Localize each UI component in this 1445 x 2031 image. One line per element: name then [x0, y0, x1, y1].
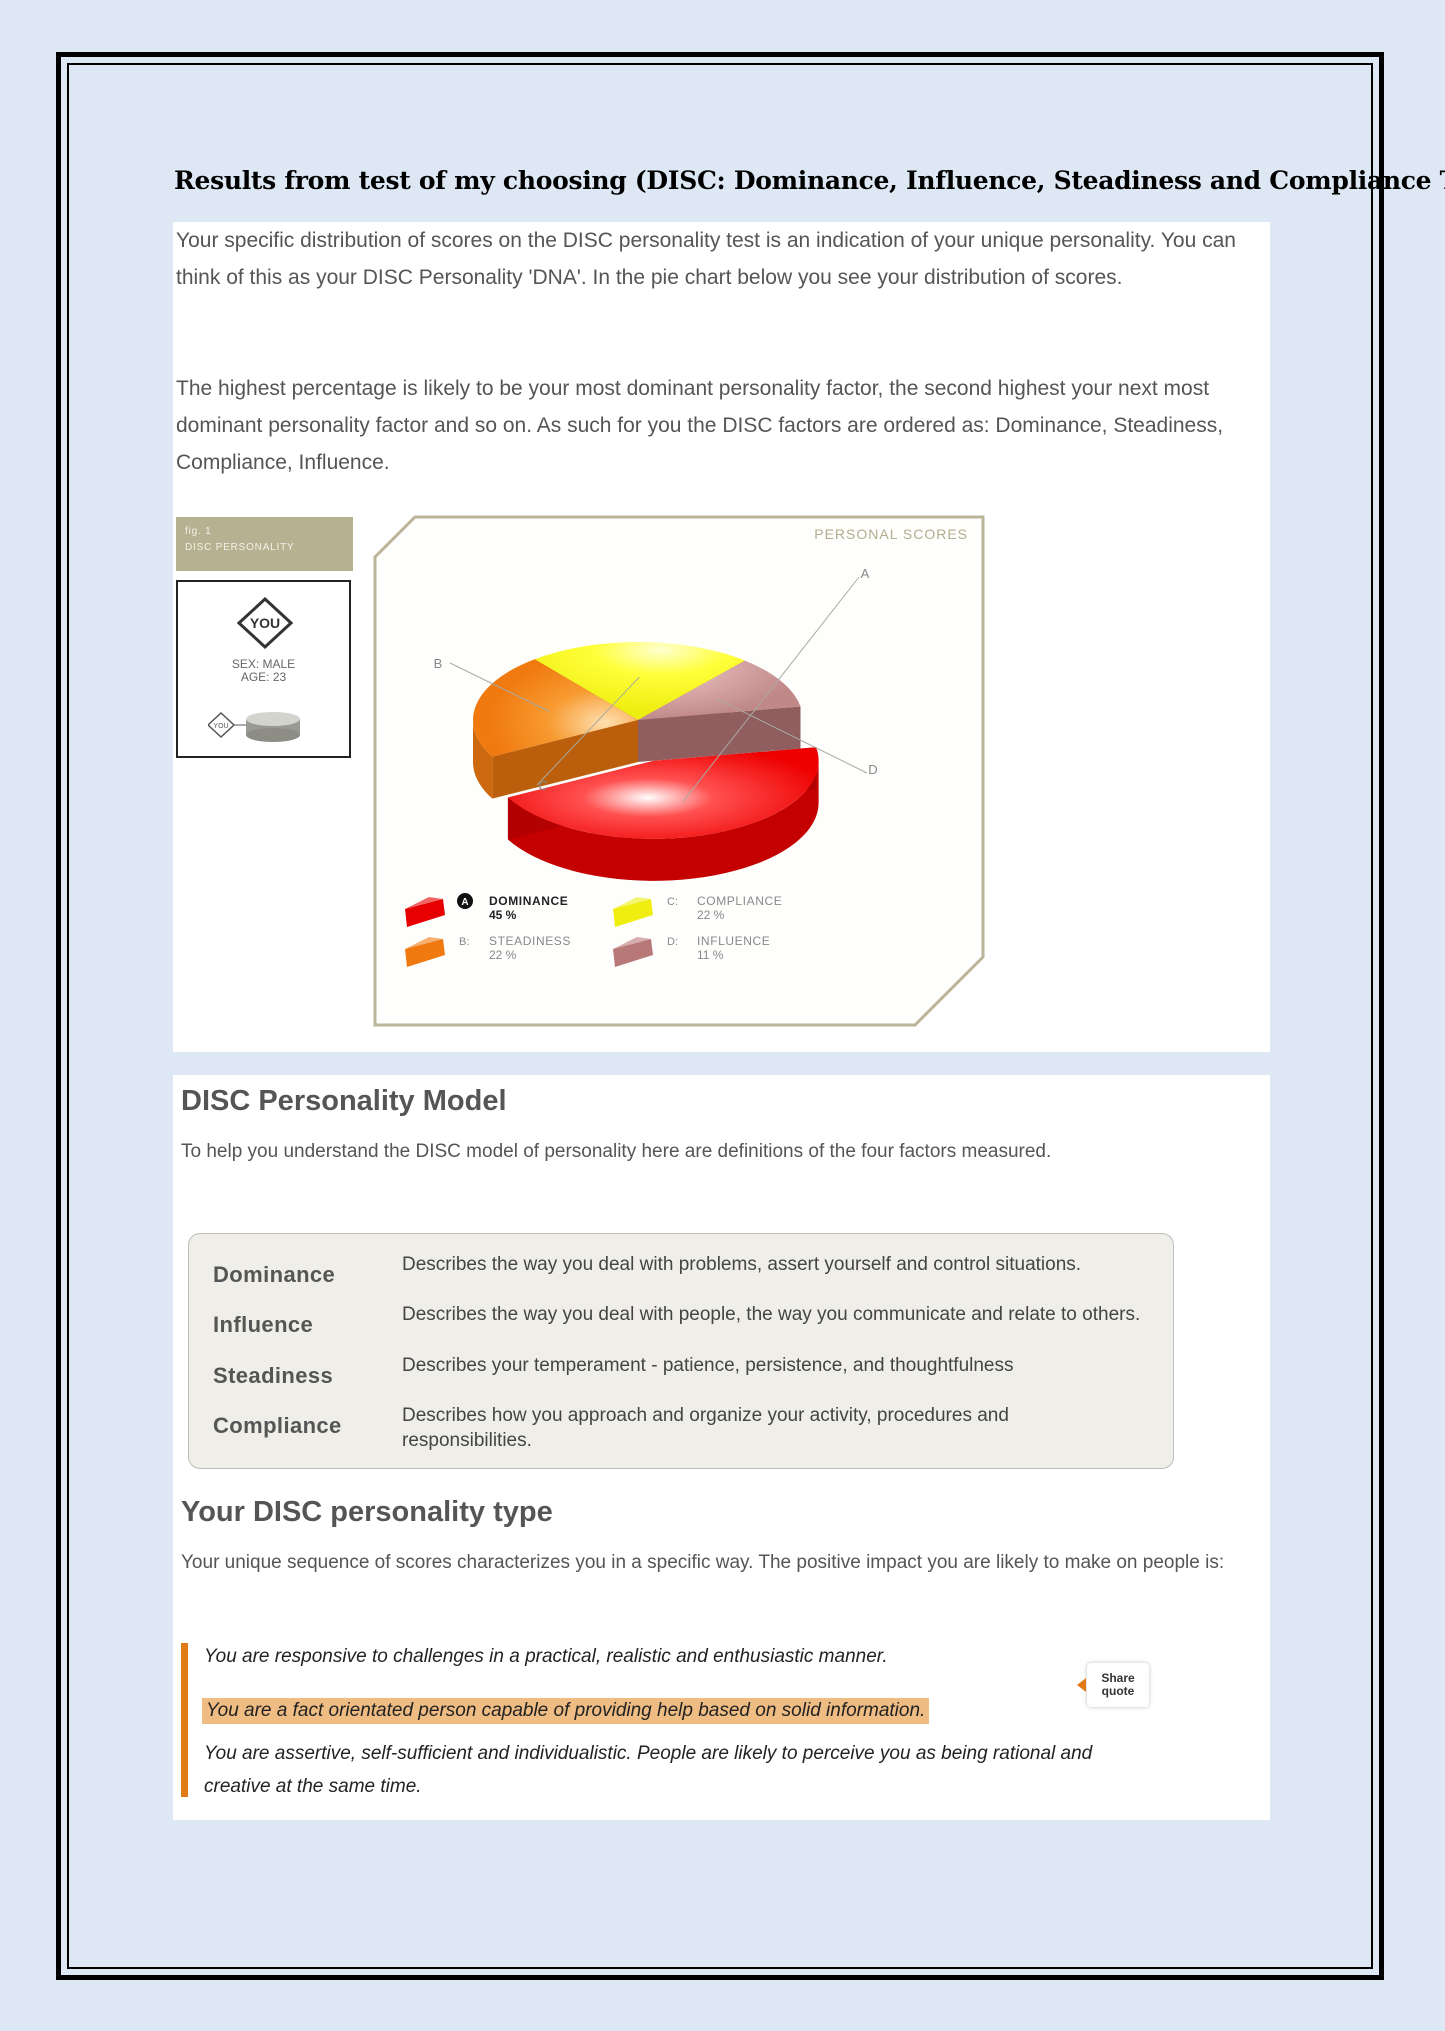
definition-row: Influence Describes the way you deal wit… — [189, 1298, 1173, 1348]
profile-age: AGE: 23 — [240, 670, 287, 684]
definition-row: Steadiness Describes your temperament - … — [189, 1349, 1173, 1399]
mini-you-label: YOU — [213, 723, 228, 730]
intro-paragraph-1: Your specific distribution of scores on … — [176, 229, 1236, 289]
legend-key: A — [461, 897, 468, 908]
definition-term: Compliance — [213, 1413, 342, 1438]
legend-name: COMPLIANCE — [697, 894, 782, 908]
definition-row: Dominance Describes the way you deal wit… — [189, 1248, 1173, 1298]
legend-name: INFLUENCE — [697, 934, 770, 948]
profile-info: SEX: MALE AGE: 23 — [178, 658, 349, 684]
legend-value: 11 % — [697, 948, 724, 962]
callout-letter-c: C — [538, 778, 547, 793]
disc-model-block: DISC Personality Model To help you under… — [173, 1075, 1270, 1820]
callout-letter-b: B — [434, 656, 443, 671]
callout-letter-a: A — [861, 566, 870, 581]
share-quote-button[interactable]: Share quote — [1077, 1663, 1149, 1707]
legend-name: STEADINESS — [489, 934, 571, 948]
profile-card: YOU SEX: MALE AGE: 23 YOU — [176, 580, 351, 758]
type-intro: Your unique sequence of scores character… — [181, 1552, 1225, 1573]
document-title: Results from test of my choosing (DISC: … — [174, 166, 1445, 195]
callout-letter-d: D — [868, 762, 877, 777]
legend-key: C: — [667, 896, 678, 908]
definition-desc: Describes the way you deal with people, … — [402, 1304, 1141, 1325]
legend-name: DOMINANCE — [489, 894, 568, 908]
mini-pie-icon: YOU — [208, 711, 300, 742]
legend-value: 45 % — [489, 908, 517, 922]
disc-pie-chart: PERSONAL SCORES A B C D A DOMINANCE45 % B: STE… — [373, 515, 985, 1027]
share-arrow-icon — [1077, 1678, 1086, 1692]
results-screenshot-block: Your specific distribution of scores on … — [173, 222, 1270, 1052]
figure-tag: fig. 1 DISC PERSONALITY — [176, 517, 353, 571]
quote-accent-bar — [181, 1643, 188, 1797]
quote-line-3: You are assertive, self-sufficient and i… — [204, 1743, 1093, 1797]
definition-term: Steadiness — [213, 1363, 334, 1388]
you-diamond-icon: YOU — [237, 597, 293, 649]
definition-term: Influence — [213, 1312, 314, 1337]
quote-line-1: You are responsive to challenges in a pr… — [204, 1646, 888, 1667]
chart-title: PERSONAL SCORES — [814, 526, 968, 542]
quote-line-2-highlighted[interactable]: You are a fact orientated person capable… — [202, 1698, 930, 1724]
definition-term: Dominance — [213, 1262, 336, 1287]
legend-value: 22 % — [697, 908, 725, 922]
definition-desc: Describes how you approach and organize … — [402, 1405, 1009, 1451]
intro-paragraph-2: The highest percentage is likely to be y… — [176, 377, 1224, 474]
figure-caption: DISC PERSONALITY — [185, 542, 295, 553]
legend-value: 22 % — [489, 948, 517, 962]
you-diamond-label: YOU — [250, 615, 280, 631]
legend-key: B: — [459, 936, 469, 948]
legend-key: D: — [667, 936, 678, 948]
model-heading: DISC Personality Model — [181, 1085, 507, 1117]
type-heading: Your DISC personality type — [181, 1496, 553, 1528]
definition-desc: Describes your temperament - patience, p… — [402, 1355, 1014, 1376]
share-label-2: quote — [1101, 1684, 1135, 1698]
definition-row: Compliance Describes how you approach an… — [189, 1399, 1173, 1451]
definition-desc: Describes the way you deal with problems… — [402, 1254, 1082, 1275]
figure-number: fig. 1 — [185, 526, 212, 537]
definitions-table: Dominance Describes the way you deal wit… — [188, 1233, 1174, 1469]
model-intro: To help you understand the DISC model of… — [181, 1141, 1052, 1162]
